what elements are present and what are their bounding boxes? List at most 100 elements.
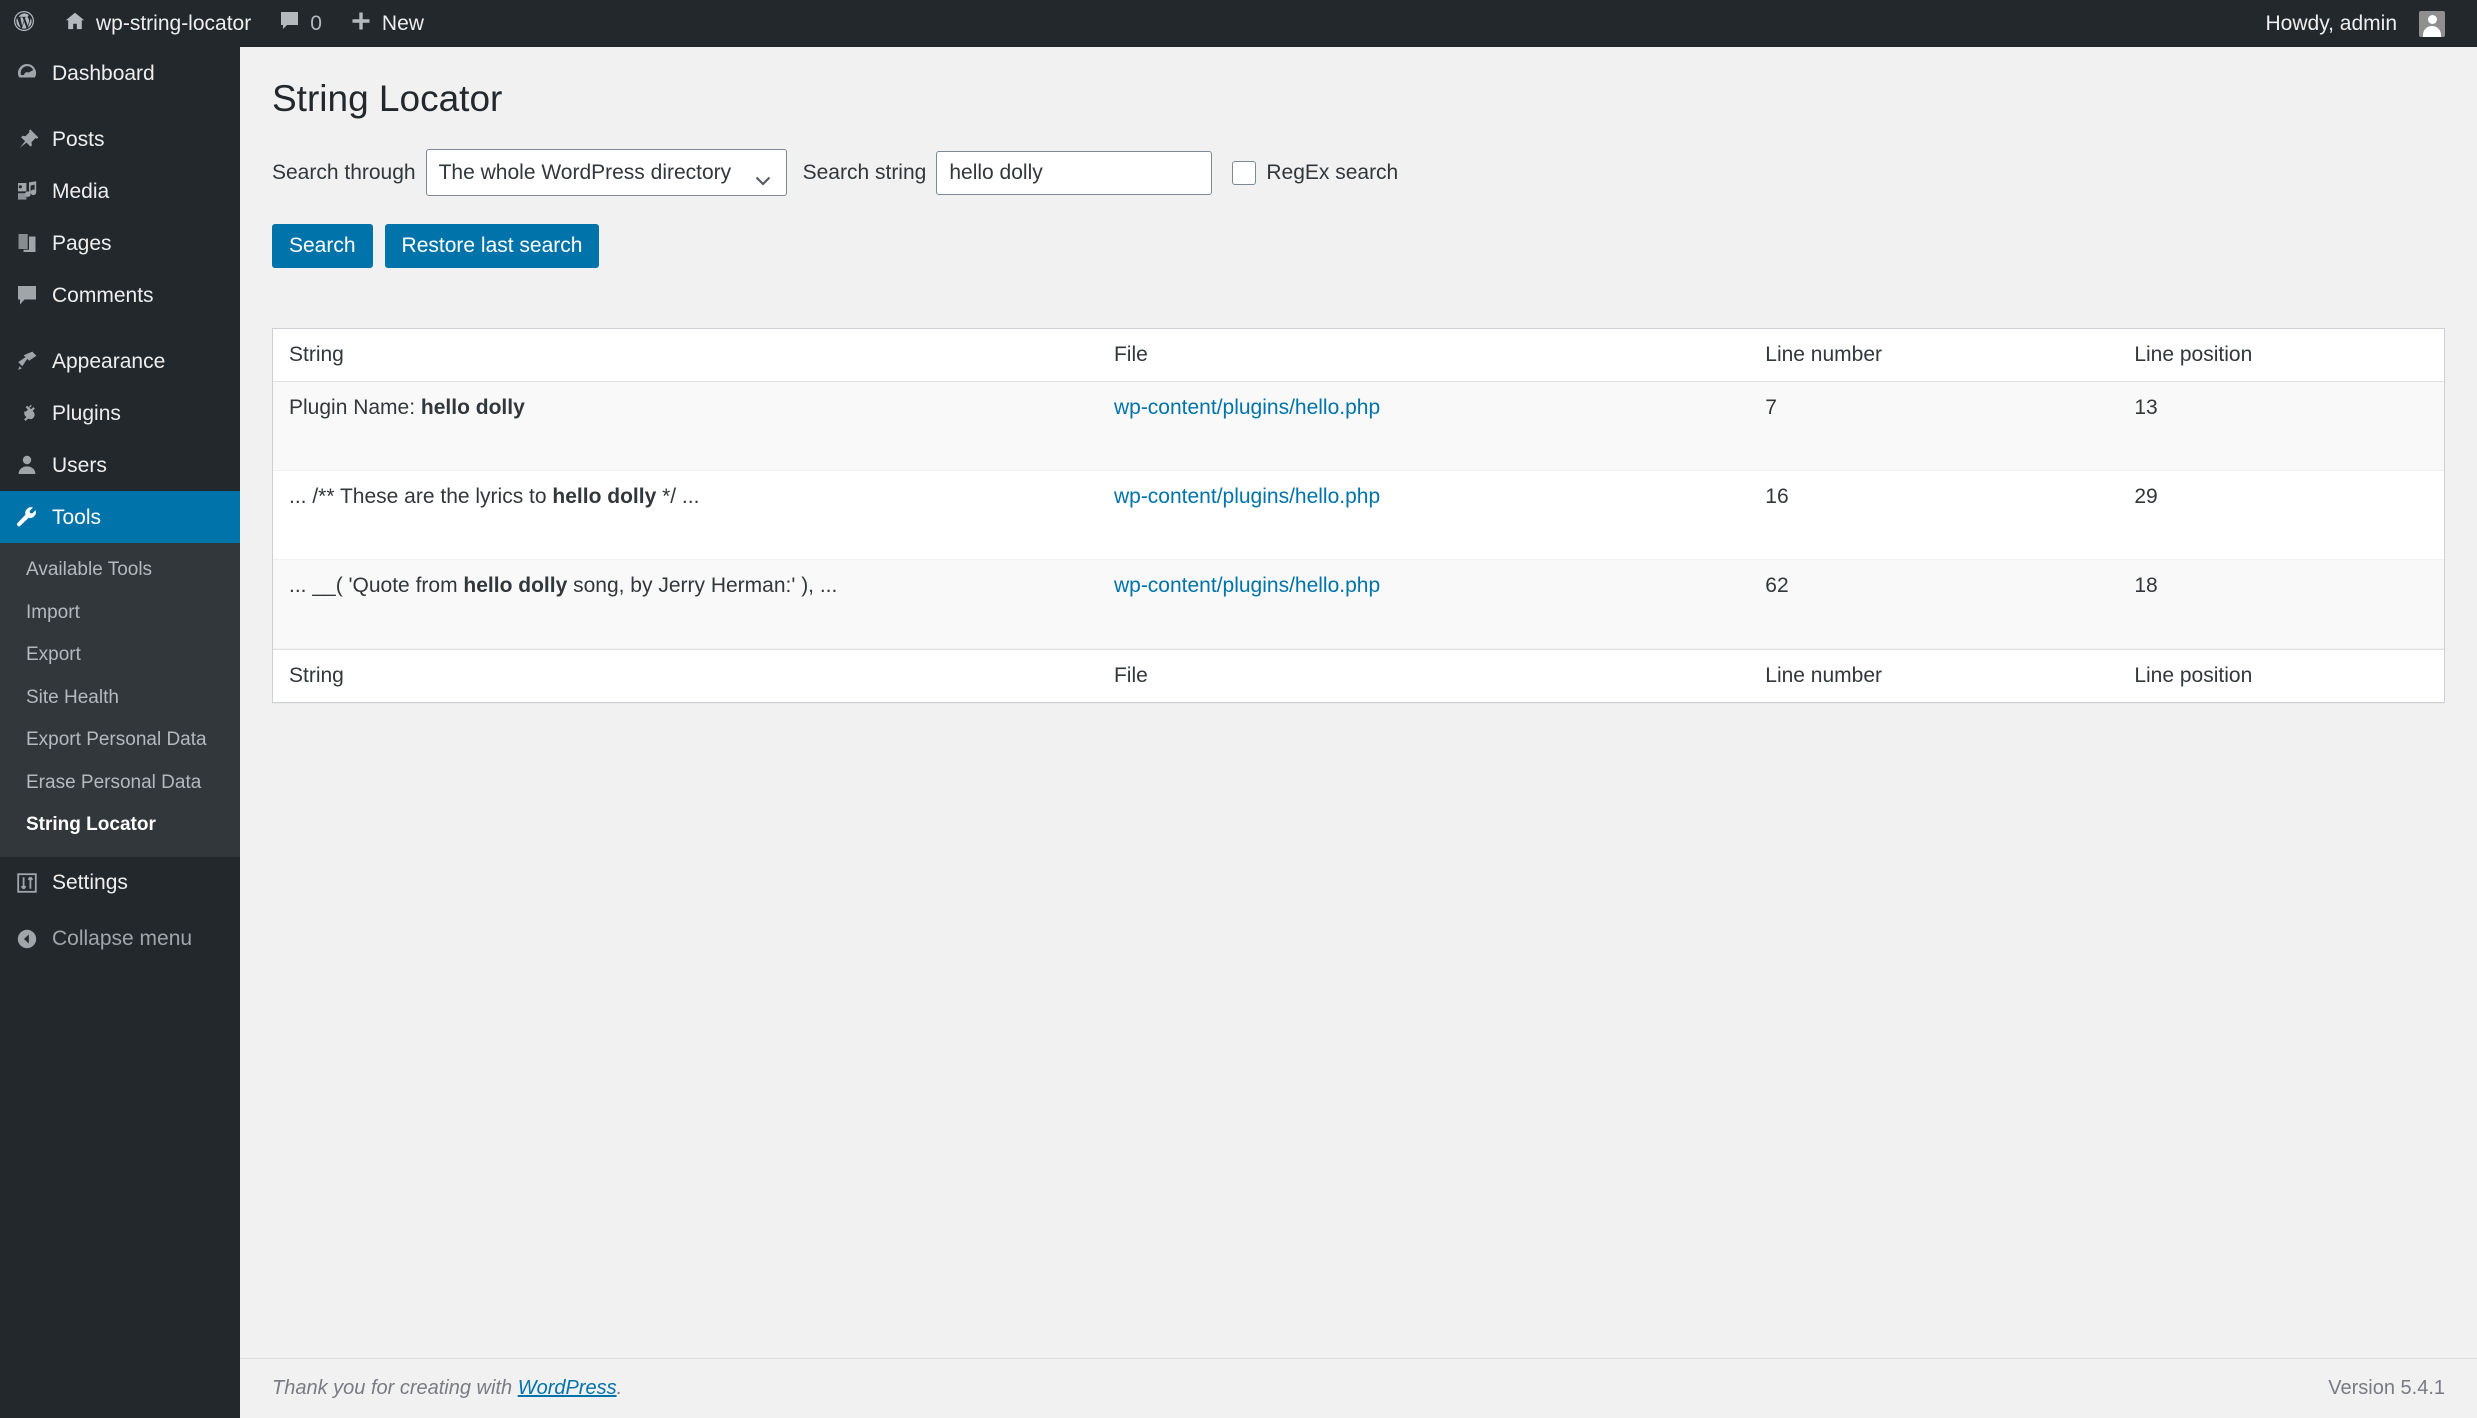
search-results: String File Line number Line position Pl…: [240, 268, 2477, 703]
paintbrush-icon: [14, 348, 40, 374]
cell-string: ... /** These are the lyrics to hello do…: [273, 471, 1098, 560]
cell-file: wp-content/plugins/hello.php: [1098, 382, 1749, 471]
footer-thanks-suffix: .: [617, 1377, 623, 1399]
admin-footer: Thank you for creating with WordPress. V…: [240, 1358, 2477, 1418]
sidebar-item-label: Posts: [52, 129, 105, 150]
cell-line-position: 18: [2118, 560, 2444, 649]
sidebar-item-label: Users: [52, 455, 107, 476]
string-match: hello dolly: [421, 396, 525, 419]
column-header-file[interactable]: File: [1098, 329, 1749, 382]
submenu-item-available-tools[interactable]: Available Tools: [0, 549, 240, 592]
sidebar-item-posts[interactable]: Posts: [0, 113, 240, 165]
wordpress-logo-icon: [12, 9, 36, 39]
comments-count: 0: [310, 12, 322, 36]
search-through-select[interactable]: The whole WordPress directory: [426, 149, 787, 196]
cell-line-position: 13: [2118, 382, 2444, 471]
footer-thanks: Thank you for creating with WordPress.: [272, 1377, 622, 1400]
column-footer-file[interactable]: File: [1098, 649, 1749, 702]
sidebar-item-label: Media: [52, 181, 109, 202]
string-suffix: */ ...: [656, 485, 699, 508]
sidebar-item-users[interactable]: Users: [0, 439, 240, 491]
site-name-menu-item[interactable]: wp-string-locator: [50, 0, 265, 47]
dashboard-icon: [14, 60, 40, 86]
cell-string: Plugin Name: hello dolly: [273, 382, 1098, 471]
cell-string: ... __( 'Quote from hello dolly song, by…: [273, 560, 1098, 649]
submenu-item-import[interactable]: Import: [0, 592, 240, 635]
wordpress-version: Version 5.4.1: [2328, 1377, 2445, 1400]
user-icon: [14, 452, 40, 478]
column-header-string[interactable]: String: [273, 329, 1098, 382]
sidebar-item-label: Pages: [52, 233, 112, 254]
new-content-menu-item[interactable]: New: [336, 0, 438, 47]
submenu-item-string-locator[interactable]: String Locator: [0, 804, 240, 847]
my-account-menu-item[interactable]: Howdy, admin: [2252, 0, 2460, 47]
collapse-arrow-icon: [14, 926, 40, 952]
wordpress-link[interactable]: WordPress: [518, 1377, 617, 1399]
restore-last-search-button[interactable]: Restore last search: [385, 224, 600, 268]
collapse-menu-button[interactable]: Collapse menu: [0, 913, 240, 965]
collapse-menu-label: Collapse menu: [52, 927, 192, 951]
submenu-item-site-health[interactable]: Site Health: [0, 677, 240, 720]
cell-line-number: 62: [1749, 560, 2118, 649]
string-prefix: ... /** These are the lyrics to: [289, 485, 552, 508]
column-footer-string[interactable]: String: [273, 649, 1098, 702]
plus-icon: [350, 10, 372, 38]
cell-line-number: 16: [1749, 471, 2118, 560]
results-table-head: String File Line number Line position: [273, 329, 2444, 382]
main-content: String Locator Search through The whole …: [240, 47, 2477, 1418]
file-link[interactable]: wp-content/plugins/hello.php: [1114, 485, 1380, 508]
comments-menu-item[interactable]: 0: [265, 0, 336, 47]
results-table-foot: String File Line number Line position: [273, 649, 2444, 702]
sidebar-item-pages[interactable]: Pages: [0, 217, 240, 269]
file-link[interactable]: wp-content/plugins/hello.php: [1114, 574, 1380, 597]
page-title: String Locator: [240, 47, 2477, 137]
table-header-row: String File Line number Line position: [273, 329, 2444, 382]
sidebar-item-label: Comments: [52, 285, 154, 306]
column-header-line-position[interactable]: Line position: [2118, 329, 2444, 382]
regex-search-label: RegEx search: [1266, 161, 1398, 185]
tools-submenu: Available Tools Import Export Site Healt…: [0, 543, 240, 857]
sidebar-item-label: Appearance: [52, 351, 165, 372]
table-footer-row: String File Line number Line position: [273, 649, 2444, 702]
footer-thanks-prefix: Thank you for creating with: [272, 1377, 518, 1399]
sidebar-item-dashboard[interactable]: Dashboard: [0, 47, 240, 99]
sidebar-item-settings[interactable]: Settings: [0, 857, 240, 909]
cell-file: wp-content/plugins/hello.php: [1098, 560, 1749, 649]
search-string-input[interactable]: [936, 151, 1212, 195]
search-fields-row: Search through The whole WordPress direc…: [272, 149, 2477, 196]
column-header-line-number[interactable]: Line number: [1749, 329, 2118, 382]
site-name-label: wp-string-locator: [96, 12, 251, 36]
sidebar-item-label: Plugins: [52, 403, 121, 424]
sidebar-item-plugins[interactable]: Plugins: [0, 387, 240, 439]
results-table: String File Line number Line position Pl…: [272, 328, 2445, 703]
submenu-item-export[interactable]: Export: [0, 634, 240, 677]
string-locator-search-form: Search through The whole WordPress direc…: [240, 137, 2477, 268]
howdy-label: Howdy, admin: [2266, 12, 2398, 36]
regex-search-field: RegEx search: [1232, 161, 1398, 185]
comment-bubble-icon: [14, 282, 40, 308]
table-row: Plugin Name: hello dolly wp-content/plug…: [273, 382, 2444, 471]
string-prefix: ... __( 'Quote from: [289, 574, 463, 597]
string-suffix: song, by Jerry Herman:' ), ...: [567, 574, 837, 597]
avatar: [2419, 11, 2445, 37]
search-button[interactable]: Search: [272, 224, 373, 268]
sidebar-item-label: Settings: [52, 872, 128, 893]
wrench-icon: [14, 504, 40, 530]
sidebar-item-appearance[interactable]: Appearance: [0, 335, 240, 387]
settings-sliders-icon: [14, 870, 40, 896]
comment-bubble-icon: [279, 10, 300, 37]
search-through-label: Search through: [272, 161, 426, 185]
file-link[interactable]: wp-content/plugins/hello.php: [1114, 396, 1380, 419]
results-table-body: Plugin Name: hello dolly wp-content/plug…: [273, 382, 2444, 649]
search-string-label: Search string: [787, 161, 937, 185]
sidebar-item-media[interactable]: Media: [0, 165, 240, 217]
regex-search-checkbox[interactable]: [1232, 161, 1256, 185]
cell-line-number: 7: [1749, 382, 2118, 471]
column-footer-line-number[interactable]: Line number: [1749, 649, 2118, 702]
column-footer-line-position[interactable]: Line position: [2118, 649, 2444, 702]
submenu-item-erase-personal-data[interactable]: Erase Personal Data: [0, 762, 240, 805]
wp-logo-menu-item[interactable]: [0, 0, 50, 47]
submenu-item-export-personal-data[interactable]: Export Personal Data: [0, 719, 240, 762]
sidebar-item-comments[interactable]: Comments: [0, 269, 240, 321]
sidebar-item-tools[interactable]: Tools: [0, 491, 240, 543]
